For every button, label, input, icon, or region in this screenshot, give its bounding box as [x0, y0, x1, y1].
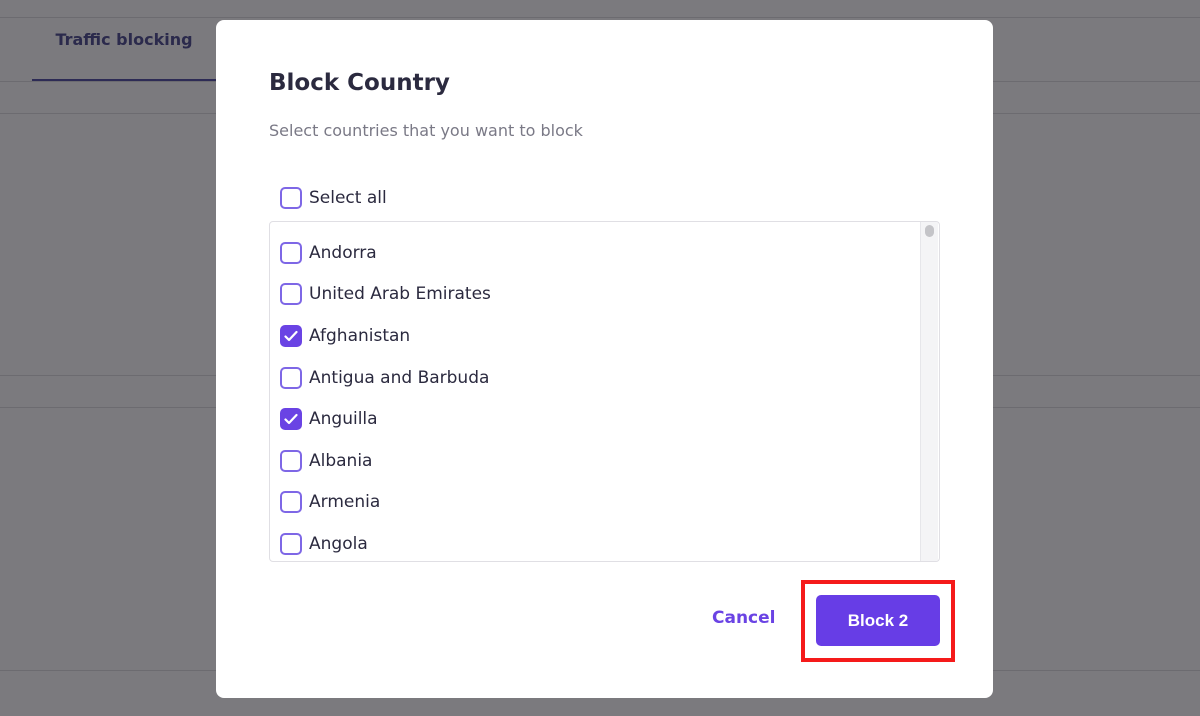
checkbox-icon[interactable] [280, 283, 302, 306]
cancel-button[interactable]: Cancel [712, 608, 775, 628]
block-country-modal: Block Country Select countries that you … [216, 20, 993, 698]
checkbox-icon[interactable] [280, 186, 302, 209]
country-list: Andorra United Arab Emirates Afghanistan An… [269, 221, 940, 562]
country-item[interactable]: Albania [280, 440, 939, 482]
country-label: Afghanistan [309, 325, 411, 346]
checkbox-checked-icon[interactable] [280, 324, 302, 347]
country-item[interactable]: Angola [280, 523, 939, 561]
checkbox-icon[interactable] [280, 449, 302, 472]
modal-title: Block Country [269, 70, 450, 96]
select-all-checkbox[interactable]: Select all [280, 177, 387, 219]
country-item[interactable]: United Arab Emirates [280, 274, 939, 316]
country-label: Albania [309, 450, 373, 471]
modal-subtitle: Select countries that you want to block [269, 121, 583, 140]
country-label: Antigua and Barbuda [309, 367, 490, 388]
scrollbar-thumb[interactable] [925, 225, 934, 237]
checkbox-icon[interactable] [280, 491, 302, 514]
tab-traffic-blocking[interactable]: Traffic blocking [32, 0, 216, 81]
country-label: Andorra [309, 242, 377, 263]
country-item[interactable]: Antigua and Barbuda [280, 357, 939, 399]
country-item[interactable]: Armenia [280, 482, 939, 524]
country-item[interactable]: Afghanistan [280, 315, 939, 357]
select-all-label: Select all [309, 187, 387, 208]
tab-label: Traffic blocking [55, 30, 193, 49]
checkbox-icon[interactable] [280, 241, 302, 264]
block-button[interactable]: Block 2 [816, 595, 940, 646]
checkbox-icon[interactable] [280, 532, 302, 555]
checkbox-icon[interactable] [280, 366, 302, 389]
checkbox-checked-icon[interactable] [280, 408, 302, 431]
country-label: Armenia [309, 492, 381, 513]
country-label: United Arab Emirates [309, 284, 491, 305]
country-item[interactable]: Andorra [280, 232, 939, 274]
country-label: Angola [309, 533, 368, 554]
scrollbar[interactable] [920, 222, 938, 561]
country-label: Anguilla [309, 409, 378, 430]
country-item[interactable]: Anguilla [280, 398, 939, 440]
